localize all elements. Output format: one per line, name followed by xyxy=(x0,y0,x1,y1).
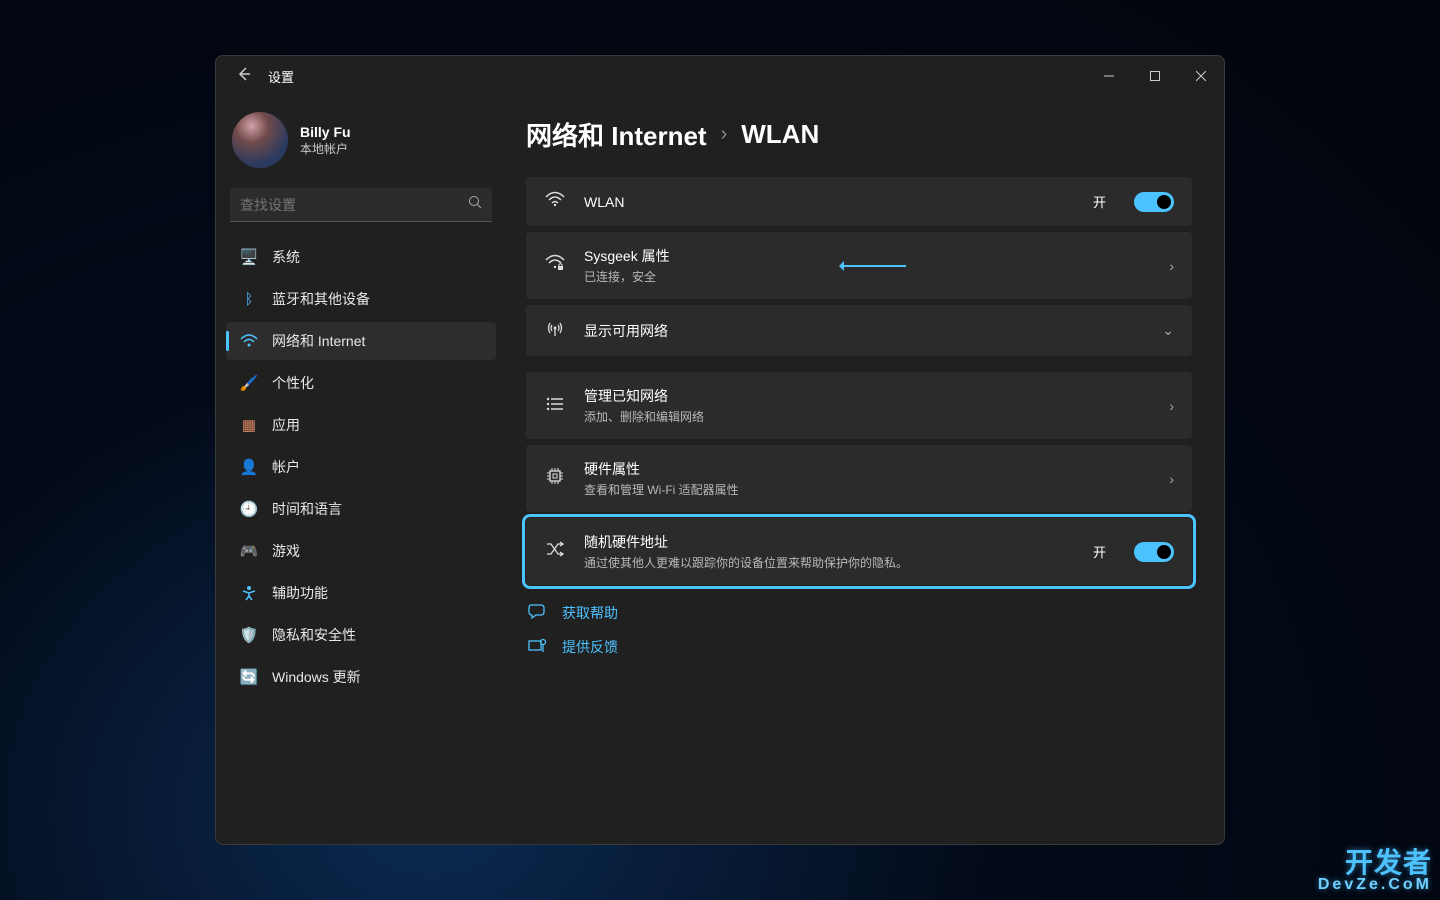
network-subtitle: 已连接，安全 xyxy=(584,268,812,285)
shuffle-icon xyxy=(544,541,566,562)
settings-window: 设置 Billy Fu 本地帐户 🖥️ 系统 xyxy=(215,55,1225,845)
watermark-line2: DevZe.CoM xyxy=(1318,877,1432,894)
accessibility-icon xyxy=(240,584,258,602)
bluetooth-icon: ᛒ xyxy=(240,290,258,308)
help-icon xyxy=(526,604,548,623)
nav-label: Windows 更新 xyxy=(272,667,361,687)
brush-icon: 🖌️ xyxy=(240,374,258,392)
search-icon xyxy=(468,195,482,214)
feedback-icon xyxy=(526,638,548,657)
chevron-right-icon: › xyxy=(1169,398,1174,414)
hardware-title: 硬件属性 xyxy=(584,459,1151,479)
nav-label: 应用 xyxy=(272,415,300,435)
minimize-icon xyxy=(1104,71,1114,81)
nav-label: 蓝牙和其他设备 xyxy=(272,289,370,309)
help-label: 获取帮助 xyxy=(562,603,618,623)
update-icon: 🔄 xyxy=(240,668,258,686)
person-icon: 👤 xyxy=(240,458,258,476)
nav-gaming[interactable]: 🎮 游戏 xyxy=(226,532,496,570)
network-properties-card[interactable]: Sysgeek 属性 已连接，安全 › xyxy=(526,232,1192,299)
nav-time[interactable]: 🕘 时间和语言 xyxy=(226,490,496,528)
system-icon: 🖥️ xyxy=(240,248,258,266)
nav-network[interactable]: 网络和 Internet xyxy=(226,322,496,360)
wifi-lock-icon xyxy=(544,254,566,277)
nav-system[interactable]: 🖥️ 系统 xyxy=(226,238,496,276)
window-title: 设置 xyxy=(268,67,294,86)
maximize-icon xyxy=(1150,71,1160,81)
close-button[interactable] xyxy=(1178,56,1224,96)
random-mac-card[interactable]: 随机硬件地址 通过使其他人更难以跟踪你的设备位置来帮助保护你的隐私。 开 xyxy=(526,518,1192,585)
random-mac-toggle[interactable] xyxy=(1134,542,1174,562)
nav-bluetooth[interactable]: ᛒ 蓝牙和其他设备 xyxy=(226,280,496,318)
list-icon xyxy=(544,396,566,416)
nav-label: 时间和语言 xyxy=(272,499,342,519)
antenna-icon xyxy=(544,319,566,342)
shield-icon: 🛡️ xyxy=(240,626,258,644)
hardware-properties-card[interactable]: 硬件属性 查看和管理 Wi-Fi 适配器属性 › xyxy=(526,445,1192,512)
watermark-line1: 开发者 xyxy=(1318,848,1432,877)
clock-icon: 🕘 xyxy=(240,500,258,518)
wifi-icon xyxy=(544,191,566,212)
hardware-subtitle: 查看和管理 Wi-Fi 适配器属性 xyxy=(584,481,1151,498)
nav-label: 隐私和安全性 xyxy=(272,625,356,645)
sidebar: Billy Fu 本地帐户 🖥️ 系统 ᛒ 蓝牙和其他设备 xyxy=(216,96,506,844)
breadcrumb-parent[interactable]: 网络和 Internet xyxy=(526,116,707,153)
chip-icon xyxy=(544,467,566,490)
known-subtitle: 添加、删除和编辑网络 xyxy=(584,408,1151,425)
chevron-right-icon: › xyxy=(1169,258,1174,274)
close-icon xyxy=(1196,71,1206,81)
maximize-button[interactable] xyxy=(1132,56,1178,96)
nav-label: 网络和 Internet xyxy=(272,331,365,351)
nav-apps[interactable]: ▦ 应用 xyxy=(226,406,496,444)
back-arrow-icon xyxy=(236,66,252,82)
titlebar: 设置 xyxy=(216,56,1224,96)
nav-accounts[interactable]: 👤 帐户 xyxy=(226,448,496,486)
nav-label: 游戏 xyxy=(272,541,300,561)
apps-icon: ▦ xyxy=(240,416,258,434)
minimize-button[interactable] xyxy=(1086,56,1132,96)
nav-accessibility[interactable]: 辅助功能 xyxy=(226,574,496,612)
known-title: 管理已知网络 xyxy=(584,386,1151,406)
wifi-icon xyxy=(240,332,258,350)
profile-name: Billy Fu xyxy=(300,124,351,140)
nav-label: 系统 xyxy=(272,247,300,267)
nav-privacy[interactable]: 🛡️ 隐私和安全性 xyxy=(226,616,496,654)
search-box[interactable] xyxy=(230,188,492,222)
random-mac-title: 随机硬件地址 xyxy=(584,532,1075,552)
network-title: Sysgeek 属性 xyxy=(584,246,812,266)
breadcrumb-current: WLAN xyxy=(741,119,819,150)
nav-label: 辅助功能 xyxy=(272,583,328,603)
random-mac-subtitle: 通过使其他人更难以跟踪你的设备位置来帮助保护你的隐私。 xyxy=(584,554,1075,571)
profile-subtitle: 本地帐户 xyxy=(300,140,351,157)
nav-label: 个性化 xyxy=(272,373,314,393)
toggle-state-label: 开 xyxy=(1093,192,1106,211)
avatar xyxy=(232,112,288,168)
back-button[interactable] xyxy=(228,66,260,87)
chevron-right-icon: › xyxy=(721,123,728,146)
available-networks-card[interactable]: 显示可用网络 ⌄ xyxy=(526,305,1192,356)
chevron-right-icon: › xyxy=(1169,471,1174,487)
nav-update[interactable]: 🔄 Windows 更新 xyxy=(226,658,496,696)
main-content: 网络和 Internet › WLAN WLAN 开 Sysgeek 属性 已连… xyxy=(506,96,1224,844)
nav-personalization[interactable]: 🖌️ 个性化 xyxy=(226,364,496,402)
breadcrumb: 网络和 Internet › WLAN xyxy=(526,116,1192,153)
available-title: 显示可用网络 xyxy=(584,321,1144,341)
wlan-toggle-card[interactable]: WLAN 开 xyxy=(526,177,1192,226)
search-input[interactable] xyxy=(240,197,468,213)
toggle-state-label: 开 xyxy=(1093,542,1106,561)
gamepad-icon: 🎮 xyxy=(240,542,258,560)
watermark: 开发者 DevZe.CoM xyxy=(1318,848,1432,894)
profile-section[interactable]: Billy Fu 本地帐户 xyxy=(226,104,496,182)
annotation-arrow xyxy=(842,265,906,267)
wlan-toggle[interactable] xyxy=(1134,192,1174,212)
nav-label: 帐户 xyxy=(272,457,300,477)
feedback-label: 提供反馈 xyxy=(562,637,618,657)
get-help-link[interactable]: 获取帮助 xyxy=(526,603,1192,623)
chevron-down-icon: ⌄ xyxy=(1162,322,1174,339)
known-networks-card[interactable]: 管理已知网络 添加、删除和编辑网络 › xyxy=(526,372,1192,439)
wlan-label: WLAN xyxy=(584,194,1075,210)
feedback-link[interactable]: 提供反馈 xyxy=(526,637,1192,657)
